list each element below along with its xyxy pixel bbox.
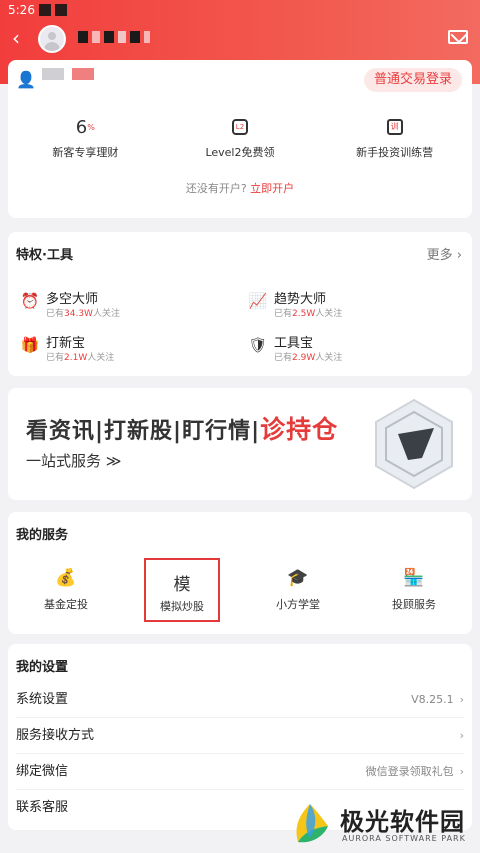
settings-row-system[interactable]: 系统设置 V8.25.1 › bbox=[16, 682, 464, 718]
tool-followers: 已有34.3W人关注 bbox=[46, 306, 120, 319]
service-label: 小方学堂 bbox=[276, 598, 320, 611]
aurora-logo-icon bbox=[296, 804, 328, 843]
banner-headline: 看资讯|打新股|盯行情|诊持仓 bbox=[26, 410, 338, 446]
feature-label: 新手投资训练营 bbox=[356, 146, 434, 159]
tool-followers-count: 2.5W bbox=[292, 309, 316, 319]
tool-followers: 已有2.1W人关注 bbox=[46, 350, 114, 363]
status-icon bbox=[38, 4, 51, 16]
user-icon: 👤 bbox=[16, 70, 36, 89]
feature-icon-glyph: 6 bbox=[75, 116, 88, 138]
watermark-title: 极光软件园 bbox=[340, 808, 465, 836]
tool-followers-prefix: 已有 bbox=[274, 353, 293, 363]
watermark-subtitle: AURORA SOFTWARE PARK bbox=[342, 834, 466, 843]
settings-label: 系统设置 bbox=[16, 692, 69, 707]
tool-followers-suffix: 人关注 bbox=[87, 353, 115, 363]
tool-name: 趋势大师 bbox=[274, 292, 327, 307]
normal-trade-login-button[interactable]: 普通交易登录 bbox=[363, 68, 462, 92]
tool-followers: 已有2.9W人关注 bbox=[274, 350, 342, 363]
tool-item-duokong[interactable]: ⏰ 多空大师 已有34.3W人关注 bbox=[18, 288, 218, 320]
feature-level2[interactable]: L2 Level2免费领 bbox=[170, 114, 310, 160]
tool-followers-prefix: 已有 bbox=[46, 309, 65, 319]
tool-followers-count: 34.3W bbox=[64, 309, 93, 319]
tool-followers-prefix: 已有 bbox=[274, 309, 293, 319]
watermark: 极光软件园 AURORA SOFTWARE PARK bbox=[280, 800, 480, 853]
banner-highlight: 诊持仓 bbox=[260, 415, 339, 444]
level2-icon: L2 bbox=[170, 114, 310, 140]
chevron-right-icon: › bbox=[459, 729, 464, 742]
settings-row-receive-method[interactable]: 服务接收方式 › bbox=[16, 718, 464, 754]
tool-followers-suffix: 人关注 bbox=[315, 353, 343, 363]
graduation-cap-icon: 🎓 bbox=[287, 568, 309, 588]
service-simulated-trading[interactable]: 模 模拟炒股 bbox=[144, 558, 220, 622]
section-title: 特权·工具 bbox=[16, 248, 73, 263]
tool-name: 多空大师 bbox=[46, 292, 99, 307]
banner-subtitle: 一站式服务 ≫ bbox=[26, 452, 122, 470]
tool-item-gongjubao[interactable]: 🛡 工具宝 已有2.9W人关注 bbox=[246, 332, 446, 364]
username-redacted bbox=[78, 31, 150, 47]
service-label: 基金定投 bbox=[44, 598, 88, 611]
service-advisor[interactable]: 🏪 投顾服务 bbox=[376, 558, 452, 622]
tool-followers-count: 2.1W bbox=[64, 353, 88, 363]
advisor-store-icon: 🏪 bbox=[403, 568, 425, 588]
tool-item-daxinbao[interactable]: 🎁 打新宝 已有2.1W人关注 bbox=[18, 332, 218, 364]
banner-main-text: 看资讯|打新股|盯行情| bbox=[26, 419, 261, 444]
chevron-right-icon: › bbox=[459, 693, 464, 706]
account-redacted bbox=[42, 68, 94, 80]
service-fund-investment[interactable]: 💰 基金定投 bbox=[28, 558, 104, 622]
feature-icon-glyph: 训 bbox=[386, 119, 403, 135]
status-time: 5:26 bbox=[8, 3, 35, 17]
section-title: 我的服务 bbox=[16, 528, 69, 543]
tools-card: 特权·工具 更多 › ⏰ 多空大师 已有34.3W人关注 📈 趋势大师 已有2.… bbox=[8, 232, 472, 376]
new-stock-icon: 🎁 bbox=[20, 336, 40, 354]
status-bar: 5:26 bbox=[8, 2, 67, 18]
section-title: 我的设置 bbox=[16, 660, 69, 675]
mail-icon[interactable] bbox=[448, 30, 468, 44]
account-card: 👤 普通交易登录 6% 新客专享理财 L2 Level2免费领 训 新手投资训练… bbox=[8, 60, 472, 218]
service-label: 模拟炒股 bbox=[160, 600, 204, 613]
open-account-link[interactable]: 立即开户 bbox=[250, 182, 294, 195]
status-icon bbox=[54, 4, 67, 16]
money-bag-icon: 💰 bbox=[55, 568, 77, 588]
settings-row-bind-wechat[interactable]: 绑定微信 微信登录领取礼包 › bbox=[16, 754, 464, 790]
alarm-clock-icon: ⏰ bbox=[20, 292, 40, 310]
open-account-line: 还没有开户? 立即开户 bbox=[8, 180, 472, 196]
simulate-icon: 模 bbox=[173, 575, 191, 595]
feature-new-user-finance[interactable]: 6% 新客专享理财 bbox=[15, 114, 155, 160]
new-user-finance-icon: 6% bbox=[75, 116, 95, 138]
more-link[interactable]: 更多 › bbox=[427, 244, 462, 263]
feature-icon-glyph: L2 bbox=[231, 119, 248, 135]
back-chevron-icon[interactable]: ‹ bbox=[12, 28, 32, 48]
training-camp-icon: 训 bbox=[325, 114, 465, 140]
chevron-right-icon: › bbox=[459, 765, 464, 778]
settings-label: 联系客服 bbox=[16, 800, 69, 815]
tool-item-qushi[interactable]: 📈 趋势大师 已有2.5W人关注 bbox=[246, 288, 446, 320]
tool-name: 工具宝 bbox=[274, 336, 314, 351]
settings-label: 绑定微信 bbox=[16, 764, 69, 779]
settings-value: V8.25.1 bbox=[411, 693, 454, 706]
feature-label: 新客专享理财 bbox=[52, 146, 119, 159]
service-school[interactable]: 🎓 小方学堂 bbox=[260, 558, 336, 622]
tool-name: 打新宝 bbox=[46, 336, 86, 351]
tool-followers-suffix: 人关注 bbox=[315, 309, 343, 319]
feature-label: Level2免费领 bbox=[205, 146, 275, 159]
service-label: 投顾服务 bbox=[392, 598, 436, 611]
tool-followers-suffix: 人关注 bbox=[92, 309, 120, 319]
feature-training-camp[interactable]: 训 新手投资训练营 bbox=[325, 114, 465, 160]
hexagon-shield-icon bbox=[375, 398, 453, 490]
tool-followers: 已有2.5W人关注 bbox=[274, 306, 342, 319]
avatar[interactable] bbox=[38, 25, 66, 53]
trend-chart-icon: 📈 bbox=[248, 292, 268, 310]
promo-banner[interactable]: 看资讯|打新股|盯行情|诊持仓 一站式服务 ≫ bbox=[8, 388, 472, 500]
tool-followers-count: 2.9W bbox=[292, 353, 316, 363]
open-account-prompt: 还没有开户? bbox=[185, 182, 247, 195]
services-card: 我的服务 💰 基金定投 模 模拟炒股 🎓 小方学堂 🏪 投顾服务 bbox=[8, 512, 472, 634]
settings-label: 服务接收方式 bbox=[16, 728, 95, 743]
tool-followers-prefix: 已有 bbox=[46, 353, 65, 363]
settings-value: 微信登录领取礼包 bbox=[365, 765, 454, 778]
toolbox-icon: 🛡 bbox=[248, 336, 268, 354]
